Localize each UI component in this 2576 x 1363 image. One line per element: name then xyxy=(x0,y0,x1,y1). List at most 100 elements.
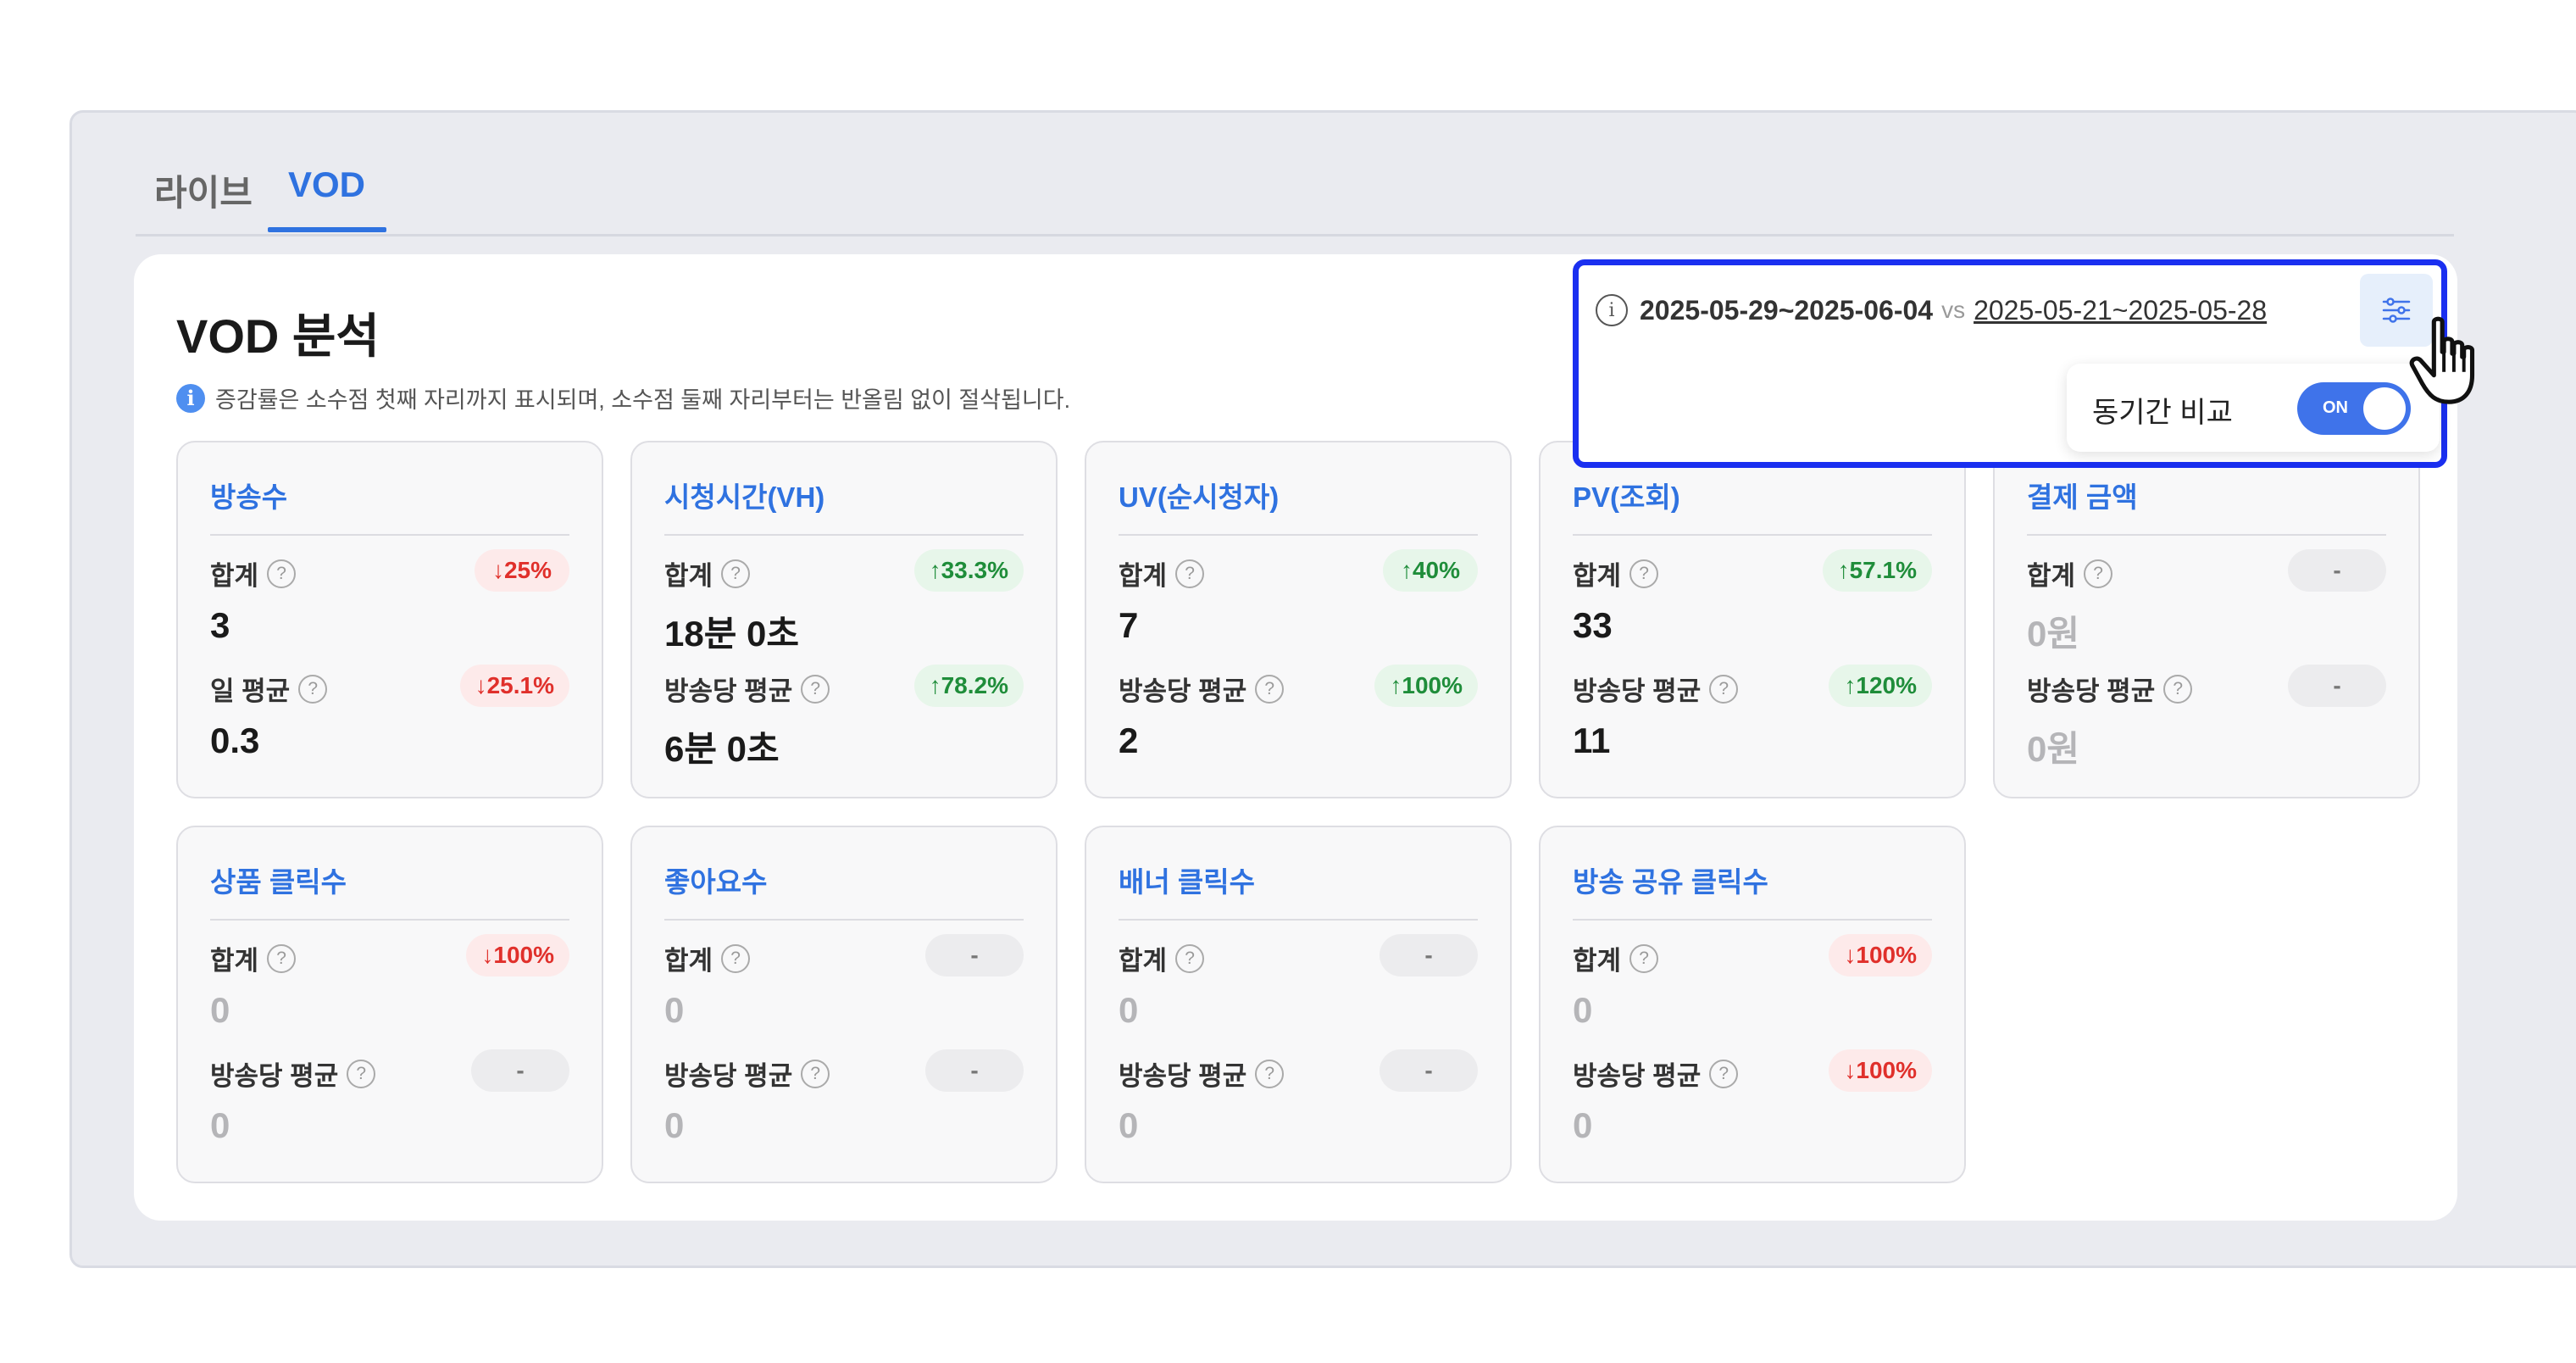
total-label-text: 합계 xyxy=(1573,561,1622,591)
card-divider xyxy=(1119,919,1478,921)
average-label: 방송당 평균? xyxy=(210,1054,376,1093)
metric-card: 배너 클릭수 합계? - 0 방송당 평균? - 0 xyxy=(1085,826,1512,1183)
card-divider xyxy=(1573,534,1932,536)
average-label-text: 방송당 평균 xyxy=(664,1061,793,1091)
question-icon[interactable]: ? xyxy=(298,674,328,704)
total-change-badge: - xyxy=(925,934,1024,976)
question-icon[interactable]: ? xyxy=(347,1059,376,1088)
average-value: 0 xyxy=(1119,1105,1139,1145)
question-icon[interactable]: ? xyxy=(267,943,297,973)
card-title: PV(조회) xyxy=(1573,481,1680,513)
metric-card: 결제 금액 합계? - 0원 방송당 평균? - 0원 xyxy=(1993,441,2420,798)
average-label: 방송당 평균? xyxy=(1119,1054,1285,1093)
average-label-text: 방송당 평균 xyxy=(1573,676,1702,706)
total-label: 합계? xyxy=(1573,554,1659,592)
total-value: 0 xyxy=(210,990,230,1030)
question-icon[interactable]: ? xyxy=(1709,1059,1739,1088)
average-change-badge: ↑78.2% xyxy=(913,665,1024,707)
total-label-text: 합계 xyxy=(1119,561,1168,591)
truncation-notice: i 증감률은 소수점 첫째 자리까지 표시되며, 소수점 둘째 자리부터는 반올… xyxy=(176,381,1070,414)
tab-live[interactable]: 라이브 xyxy=(154,164,253,216)
question-icon[interactable]: ? xyxy=(721,943,751,973)
compare-toggle[interactable]: ON xyxy=(2297,382,2411,435)
average-change-badge: - xyxy=(1380,1049,1478,1092)
card-title: 방송 공유 클릭수 xyxy=(1573,866,1768,898)
average-label-text: 방송당 평균 xyxy=(1119,1061,1247,1091)
question-icon[interactable]: ? xyxy=(2163,674,2193,704)
metric-card: PV(조회) 합계? ↑57.1% 33 방송당 평균? ↑120% 11 xyxy=(1539,441,1966,798)
card-divider xyxy=(664,534,1024,536)
total-label-text: 합계 xyxy=(210,946,259,976)
total-label-text: 합계 xyxy=(664,946,713,976)
average-label-text: 방송당 평균 xyxy=(1119,676,1247,706)
average-value: 11 xyxy=(1573,720,1611,760)
total-value: 7 xyxy=(1119,605,1139,645)
total-change-badge: - xyxy=(2288,549,2386,592)
card-divider xyxy=(1119,534,1478,536)
card-title: 좋아요수 xyxy=(664,866,768,898)
average-value: 6분 0초 xyxy=(664,729,780,769)
current-date-range: 2025-05-29~2025-06-04 xyxy=(1640,294,1934,325)
card-divider xyxy=(210,534,569,536)
card-divider xyxy=(1573,919,1932,921)
average-label: 방송당 평균? xyxy=(664,1054,830,1093)
card-title: 방송수 xyxy=(210,481,288,513)
metric-card: 방송 공유 클릭수 합계? ↓100% 0 방송당 평균? ↓100% 0 xyxy=(1539,826,1966,1183)
question-icon[interactable]: ? xyxy=(1175,943,1205,973)
date-compare-highlight: i 2025-05-29~2025-06-04 vs 2025-05-21~20… xyxy=(1573,259,2447,468)
average-label: 방송당 평균? xyxy=(1573,1054,1739,1093)
card-title: 상품 클릭수 xyxy=(210,866,347,898)
metric-card: UV(순시청자) 합계? ↑40% 7 방송당 평균? ↑100% 2 xyxy=(1085,441,1512,798)
average-change-badge: - xyxy=(471,1049,569,1092)
average-change-badge: ↑120% xyxy=(1829,665,1932,707)
metric-card: 좋아요수 합계? - 0 방송당 평균? - 0 xyxy=(630,826,1058,1183)
question-icon[interactable]: ? xyxy=(1255,1059,1285,1088)
compare-popover: 동기간 비교 ON xyxy=(2067,364,2440,452)
total-label: 합계? xyxy=(664,939,751,977)
average-change-badge: - xyxy=(2288,665,2386,707)
total-label: 합계? xyxy=(1573,939,1659,977)
total-label-text: 합계 xyxy=(210,561,259,591)
total-value: 0원 xyxy=(2027,614,2079,654)
question-icon[interactable]: ? xyxy=(1629,943,1659,973)
total-change-badge: ↑40% xyxy=(1383,549,1478,592)
card-divider xyxy=(210,919,569,921)
question-icon[interactable]: ? xyxy=(1255,674,1285,704)
average-value: 2 xyxy=(1119,720,1139,760)
tab-vod[interactable]: VOD xyxy=(288,164,365,205)
toggle-knob xyxy=(2363,387,2406,430)
info-outline-icon: i xyxy=(1596,294,1628,326)
card-title: 결제 금액 xyxy=(2027,481,2138,513)
average-label: 방송당 평균? xyxy=(664,670,830,708)
average-value: 0 xyxy=(210,1105,230,1145)
question-icon[interactable]: ? xyxy=(2084,559,2113,588)
question-icon[interactable]: ? xyxy=(267,559,297,588)
total-value: 0 xyxy=(664,990,685,1030)
question-icon[interactable]: ? xyxy=(721,559,751,588)
total-label-text: 합계 xyxy=(1119,946,1168,976)
metric-card: 방송수 합계? ↓25% 3 일 평균? ↓25.1% 0.3 xyxy=(176,441,603,798)
card-title: 배너 클릭수 xyxy=(1119,866,1255,898)
total-label-text: 합계 xyxy=(664,561,713,591)
info-icon: i xyxy=(176,383,205,413)
compare-date-range[interactable]: 2025-05-21~2025-05-28 xyxy=(1974,295,2267,326)
average-label: 방송당 평균? xyxy=(1119,670,1285,708)
question-icon[interactable]: ? xyxy=(801,1059,830,1088)
compare-toggle-label: 동기간 비교 xyxy=(2092,397,2233,429)
total-label-text: 합계 xyxy=(1573,946,1622,976)
question-icon[interactable]: ? xyxy=(1709,674,1739,704)
question-icon[interactable]: ? xyxy=(801,674,830,704)
average-label-text: 방송당 평균 xyxy=(2027,676,2156,706)
active-tab-indicator xyxy=(268,227,386,232)
page-title: VOD 분석 xyxy=(176,309,380,363)
average-label: 방송당 평균? xyxy=(1573,670,1739,708)
question-icon[interactable]: ? xyxy=(1175,559,1205,588)
card-title: UV(순시청자) xyxy=(1119,481,1280,513)
average-change-badge: ↓25.1% xyxy=(459,665,569,707)
average-label-text: 일 평균 xyxy=(210,676,291,706)
question-icon[interactable]: ? xyxy=(1629,559,1659,588)
total-change-badge: ↓25% xyxy=(475,549,569,592)
average-change-badge: ↓100% xyxy=(1829,1049,1932,1092)
average-value: 0 xyxy=(664,1105,685,1145)
metric-card: 시청시간(VH) 합계? ↑33.3% 18분 0초 방송당 평균? ↑78.2… xyxy=(630,441,1058,798)
